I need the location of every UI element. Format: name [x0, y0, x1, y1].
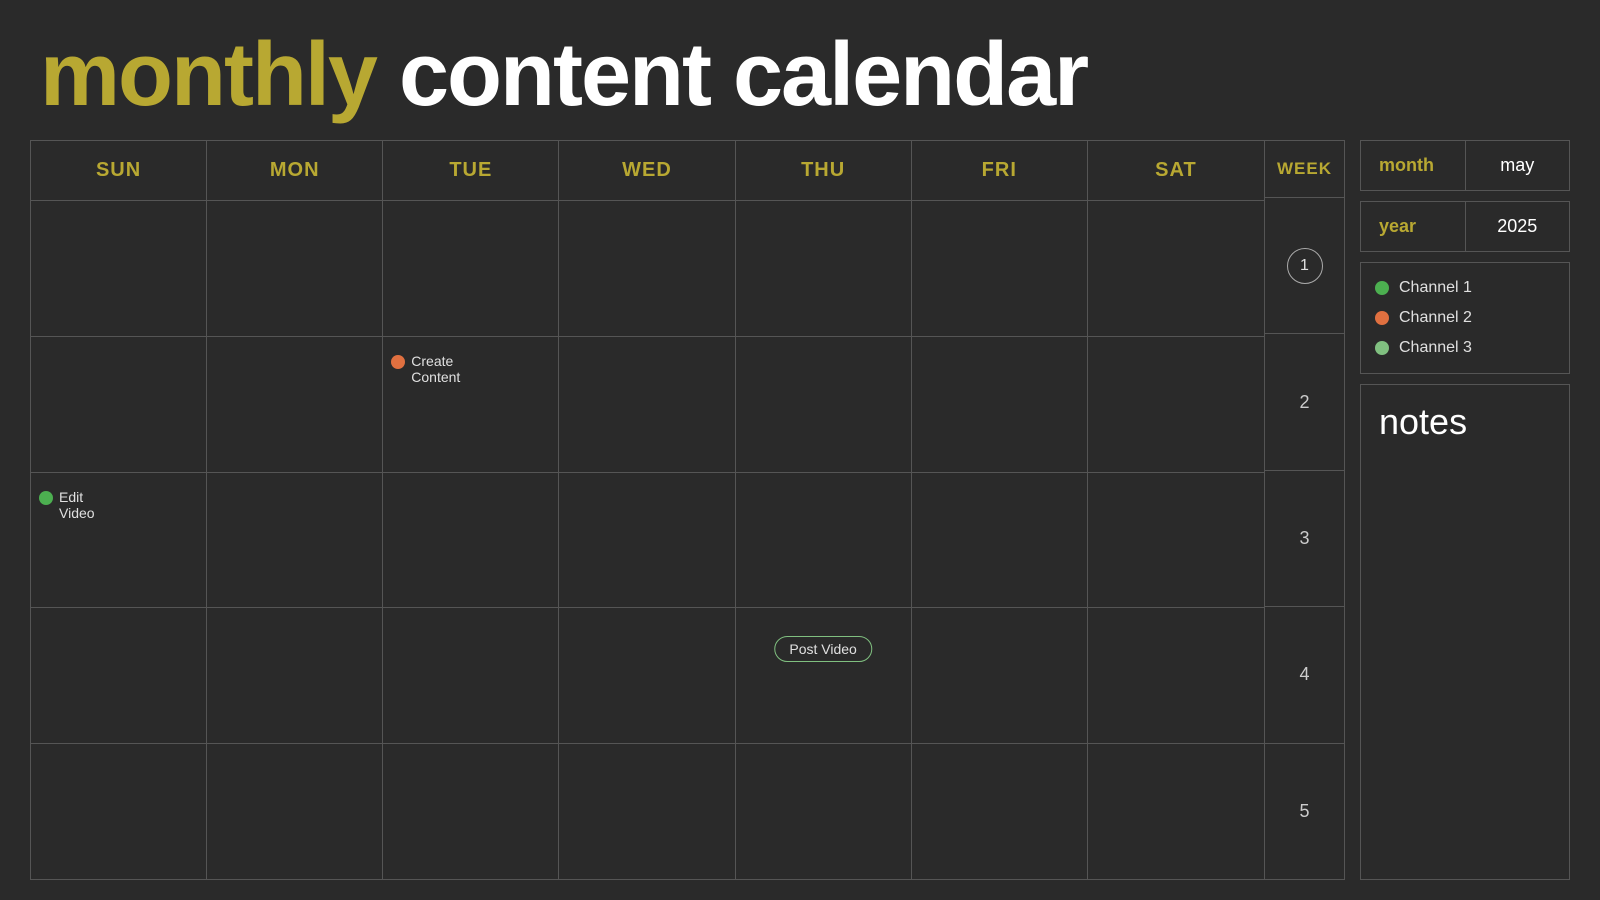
cell-w2-sun [31, 337, 207, 472]
cell-w3-wed [559, 473, 735, 608]
cell-w5-sat [1088, 744, 1264, 879]
cell-w1-sun [31, 201, 207, 336]
cell-w3-sat [1088, 473, 1264, 608]
cell-w3-tue [383, 473, 559, 608]
event-edit-video[interactable]: EditVideo [39, 489, 198, 521]
cell-w1-mon [207, 201, 383, 336]
day-header-wed: WED [559, 141, 735, 200]
cell-w4-mon [207, 608, 383, 743]
year-value[interactable]: 2025 [1465, 202, 1570, 251]
cell-w5-fri [912, 744, 1088, 879]
title-monthly: monthly [40, 25, 376, 125]
year-row: year 2025 [1361, 202, 1569, 251]
calendar-body: CreateContent EditVideo [31, 201, 1264, 879]
cell-w4-tue [383, 608, 559, 743]
cell-w4-wed [559, 608, 735, 743]
cell-w2-fri [912, 337, 1088, 472]
event-dot-orange [391, 355, 405, 369]
cell-w2-thu [736, 337, 912, 472]
day-header-fri: FRI [912, 141, 1088, 200]
channel-1-item: Channel 1 [1375, 279, 1555, 297]
month-row: month may [1361, 141, 1569, 190]
month-box: month may [1360, 140, 1570, 191]
cell-w1-tue [383, 201, 559, 336]
notes-title: notes [1379, 401, 1551, 443]
channel-3-dot [1375, 341, 1389, 355]
week-label: WEEK [1265, 141, 1344, 198]
week-side-panel: WEEK 1 2 3 4 5 [1265, 140, 1345, 880]
day-header-thu: THU [736, 141, 912, 200]
main-content: SUN MON TUE WED THU FRI SAT [0, 140, 1600, 900]
calendar-week-4: Post Video [31, 608, 1264, 744]
cell-w4-thu: Post Video [736, 608, 912, 743]
day-header-tue: TUE [383, 141, 559, 200]
year-label: year [1361, 202, 1465, 251]
cell-w5-wed [559, 744, 735, 879]
title-rest: content calendar [376, 25, 1087, 125]
cell-w1-sat [1088, 201, 1264, 336]
month-label: month [1361, 141, 1465, 190]
week-circle-1: 1 [1287, 248, 1323, 284]
event-dot-green [39, 491, 53, 505]
cell-w2-tue: CreateContent [383, 337, 559, 472]
cell-w3-thu [736, 473, 912, 608]
cell-w4-sun [31, 608, 207, 743]
cell-w5-mon [207, 744, 383, 879]
week-num-4: 4 [1265, 607, 1344, 743]
cell-w3-mon [207, 473, 383, 608]
event-label-edit-video: EditVideo [59, 489, 95, 521]
cell-w3-fri [912, 473, 1088, 608]
channel-2-item: Channel 2 [1375, 309, 1555, 327]
cell-w2-mon [207, 337, 383, 472]
notes-box[interactable]: notes [1360, 384, 1570, 880]
year-box: year 2025 [1360, 201, 1570, 252]
week-num-1: 1 [1265, 198, 1344, 334]
calendar: SUN MON TUE WED THU FRI SAT [30, 140, 1265, 880]
cell-w5-tue [383, 744, 559, 879]
day-header-mon: MON [207, 141, 383, 200]
channel-1-label: Channel 1 [1399, 279, 1472, 297]
month-value[interactable]: may [1465, 141, 1570, 190]
week-num-5: 5 [1265, 744, 1344, 879]
event-label-create-content: CreateContent [411, 353, 460, 385]
channel-2-label: Channel 2 [1399, 309, 1472, 327]
day-header-sat: SAT [1088, 141, 1264, 200]
calendar-week-3: EditVideo [31, 473, 1264, 609]
channel-2-dot [1375, 311, 1389, 325]
calendar-week-5 [31, 744, 1264, 879]
event-pill-post-video[interactable]: Post Video [774, 636, 871, 662]
cell-w5-sun [31, 744, 207, 879]
cell-w5-thu [736, 744, 912, 879]
cell-w1-fri [912, 201, 1088, 336]
calendar-week-2: CreateContent [31, 337, 1264, 473]
cell-w4-sat [1088, 608, 1264, 743]
cell-w1-wed [559, 201, 735, 336]
cell-w4-fri [912, 608, 1088, 743]
cell-w2-sat [1088, 337, 1264, 472]
week-num-2: 2 [1265, 334, 1344, 470]
cell-w3-sun: EditVideo [31, 473, 207, 608]
channel-legend: Channel 1 Channel 2 Channel 3 [1360, 262, 1570, 374]
page-header: monthly content calendar [0, 0, 1600, 140]
calendar-header: SUN MON TUE WED THU FRI SAT [31, 141, 1264, 201]
cell-w1-thu [736, 201, 912, 336]
channel-1-dot [1375, 281, 1389, 295]
day-header-sun: SUN [31, 141, 207, 200]
info-panel: month may year 2025 Channel 1 Channel 2 [1360, 140, 1570, 880]
calendar-week-1 [31, 201, 1264, 337]
week-num-3: 3 [1265, 471, 1344, 607]
event-create-content[interactable]: CreateContent [391, 353, 550, 385]
channel-3-label: Channel 3 [1399, 339, 1472, 357]
cell-w2-wed [559, 337, 735, 472]
channel-3-item: Channel 3 [1375, 339, 1555, 357]
